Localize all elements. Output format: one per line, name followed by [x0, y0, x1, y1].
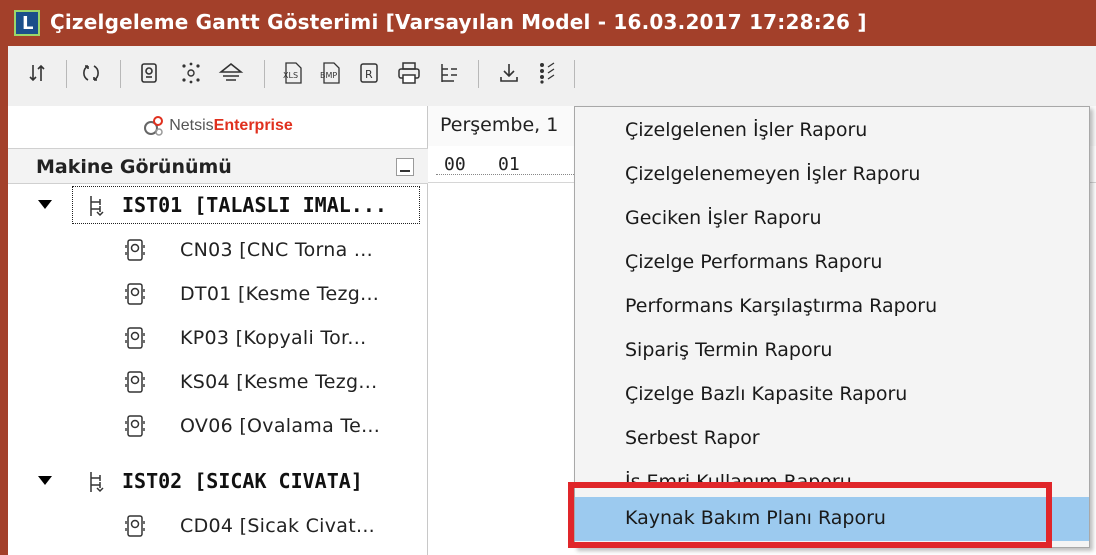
panel-header: Makine Görünümü — [8, 148, 428, 184]
workcenter-icon — [86, 194, 110, 222]
tree-item-label: KP03 [Kopyali Tor... — [180, 327, 367, 349]
tree-item[interactable]: DT01 [Kesme Tezg... — [8, 272, 428, 316]
toolbar: XLS BMP R — [0, 46, 1096, 106]
gantt-gridline — [436, 174, 586, 175]
menu-item-order-deadline-report[interactable]: Sipariş Termin Raporu — [575, 329, 1089, 373]
bmp-export-icon[interactable]: BMP — [314, 56, 348, 90]
filter-icon[interactable] — [214, 56, 248, 90]
menu-item-unscheduled-jobs-report[interactable]: Çizelgelenemeyen İşler Raporu — [575, 153, 1089, 197]
tree-report-icon[interactable] — [432, 56, 466, 90]
highlight-annotation-box — [568, 482, 1052, 548]
expand-arrow-icon[interactable] — [38, 200, 52, 209]
window-title: Çizelgeleme Gantt Gösterimi [Varsayılan … — [50, 10, 867, 34]
machine-icon[interactable] — [132, 56, 166, 90]
tree-item[interactable]: OV06 [Ovalama Te... — [8, 404, 428, 448]
minimize-panel-button[interactable] — [396, 158, 414, 176]
tree-group-ist02[interactable]: IST02 [SICAK CIVATA] — [8, 460, 428, 504]
tree-item-label: OV06 [Ovalama Te... — [180, 415, 381, 437]
machine-icon — [124, 282, 146, 310]
title-bar: L Çizelgeleme Gantt Gösterimi [Varsayıla… — [0, 0, 1096, 46]
expand-arrow-icon[interactable] — [38, 476, 52, 485]
tree-item-label: KS04 [Kesme Tezg... — [180, 371, 378, 393]
tree-group-label: IST02 [SICAK CIVATA] — [122, 469, 363, 493]
tree-item[interactable]: CD04 [Sicak Civat... — [8, 504, 428, 548]
tree-group-ist01[interactable]: IST01 [TALASLI IMAL... — [8, 184, 428, 228]
machine-view-panel: Netsis Enterprise Makine Görünümü IST01 [… — [0, 106, 428, 555]
tree-item-label: DT01 [Kesme Tezg... — [180, 283, 380, 305]
workcenter-icon — [86, 470, 110, 498]
tree-item[interactable]: CN03 [CNC Torna ... — [8, 228, 428, 272]
machine-icon — [124, 238, 146, 266]
report-icon[interactable]: R — [352, 56, 386, 90]
machine-icon — [124, 414, 146, 442]
svg-text:XLS: XLS — [283, 71, 298, 80]
machine-icon — [124, 514, 146, 542]
sort-icon[interactable] — [20, 56, 54, 90]
svg-text:BMP: BMP — [320, 71, 337, 80]
list-options-icon[interactable] — [530, 56, 564, 90]
machine-icon — [124, 326, 146, 354]
menu-item-free-report[interactable]: Serbest Rapor — [575, 417, 1089, 461]
print-icon[interactable] — [392, 56, 426, 90]
hour-label: 01 — [498, 154, 520, 175]
svg-text:R: R — [365, 68, 373, 81]
tree-item[interactable]: KP03 [Kopyali Tor... — [8, 316, 428, 360]
download-icon[interactable] — [492, 56, 526, 90]
network-icon[interactable] — [174, 56, 208, 90]
panel-title: Makine Görünümü — [36, 156, 232, 178]
tree-item-label: CD04 [Sicak Civat... — [180, 515, 375, 537]
hour-label: 00 — [444, 154, 466, 175]
menu-item-delayed-jobs-report[interactable]: Geciken İşler Raporu — [575, 197, 1089, 241]
netsis-logo: Netsis Enterprise — [8, 106, 428, 146]
date-label: Perşembe, 1 — [440, 114, 559, 136]
menu-item-work-order-usage-report[interactable]: İş Emri Kullanım Raporu — [575, 461, 1089, 483]
menu-item-performance-comparison-report[interactable]: Performans Karşılaştırma Raporu — [575, 285, 1089, 329]
menu-item-schedule-performance-report[interactable]: Çizelge Performans Raporu — [575, 241, 1089, 285]
excel-export-icon[interactable]: XLS — [276, 56, 310, 90]
app-logo-icon: L — [14, 10, 40, 36]
tree-item-label: CN03 [CNC Torna ... — [180, 239, 373, 261]
menu-item-schedule-capacity-report[interactable]: Çizelge Bazlı Kapasite Raporu — [575, 373, 1089, 417]
tree-group-label: IST01 [TALASLI IMAL... — [122, 193, 387, 217]
menu-item-scheduled-jobs-report[interactable]: Çizelgelenen İşler Raporu — [575, 109, 1089, 153]
refresh-icon[interactable] — [74, 56, 108, 90]
machine-icon — [124, 370, 146, 398]
tree-item[interactable]: KS04 [Kesme Tezg... — [8, 360, 428, 404]
netsis-logo-icon — [143, 115, 165, 137]
